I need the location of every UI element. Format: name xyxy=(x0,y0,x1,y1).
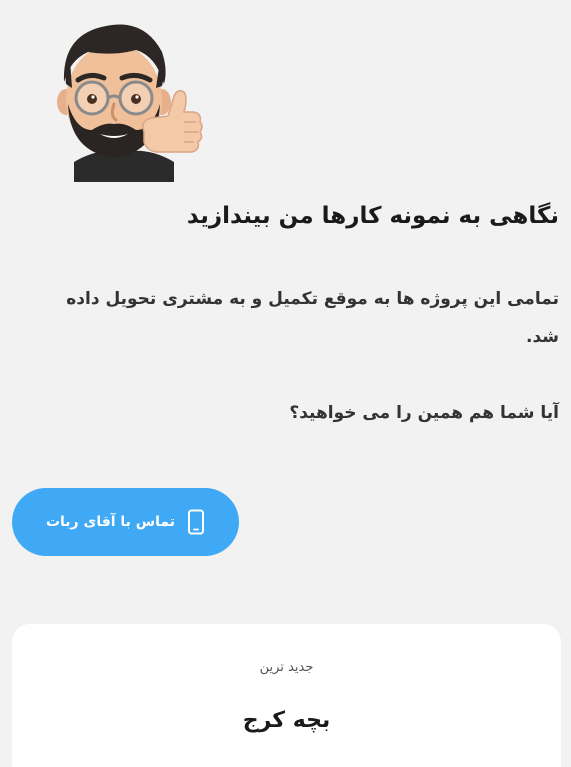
latest-project-card[interactable]: جدید ترین بچه کرج xyxy=(12,624,561,767)
thumbs-up-memoji-icon xyxy=(57,24,203,182)
projects-description: تمامی این پروژه ها به موقع تکمیل و به مش… xyxy=(66,289,559,347)
page-title: نگاهی به نمونه کارها من بیندازید xyxy=(186,203,559,229)
question-text: آیا شما هم همین را می خواهید؟ xyxy=(289,403,559,423)
page: نگاهی به نمونه کارها من بیندازید تمامی ا… xyxy=(0,0,571,767)
contact-button-label: تماس با آقای ربات xyxy=(45,514,176,530)
phone-icon xyxy=(187,509,205,535)
card-title: بچه کرج xyxy=(242,708,331,733)
contact-button[interactable]: تماس با آقای ربات xyxy=(12,488,239,556)
memoji-avatar-image xyxy=(44,12,204,182)
card-label: جدید ترین xyxy=(259,660,314,675)
